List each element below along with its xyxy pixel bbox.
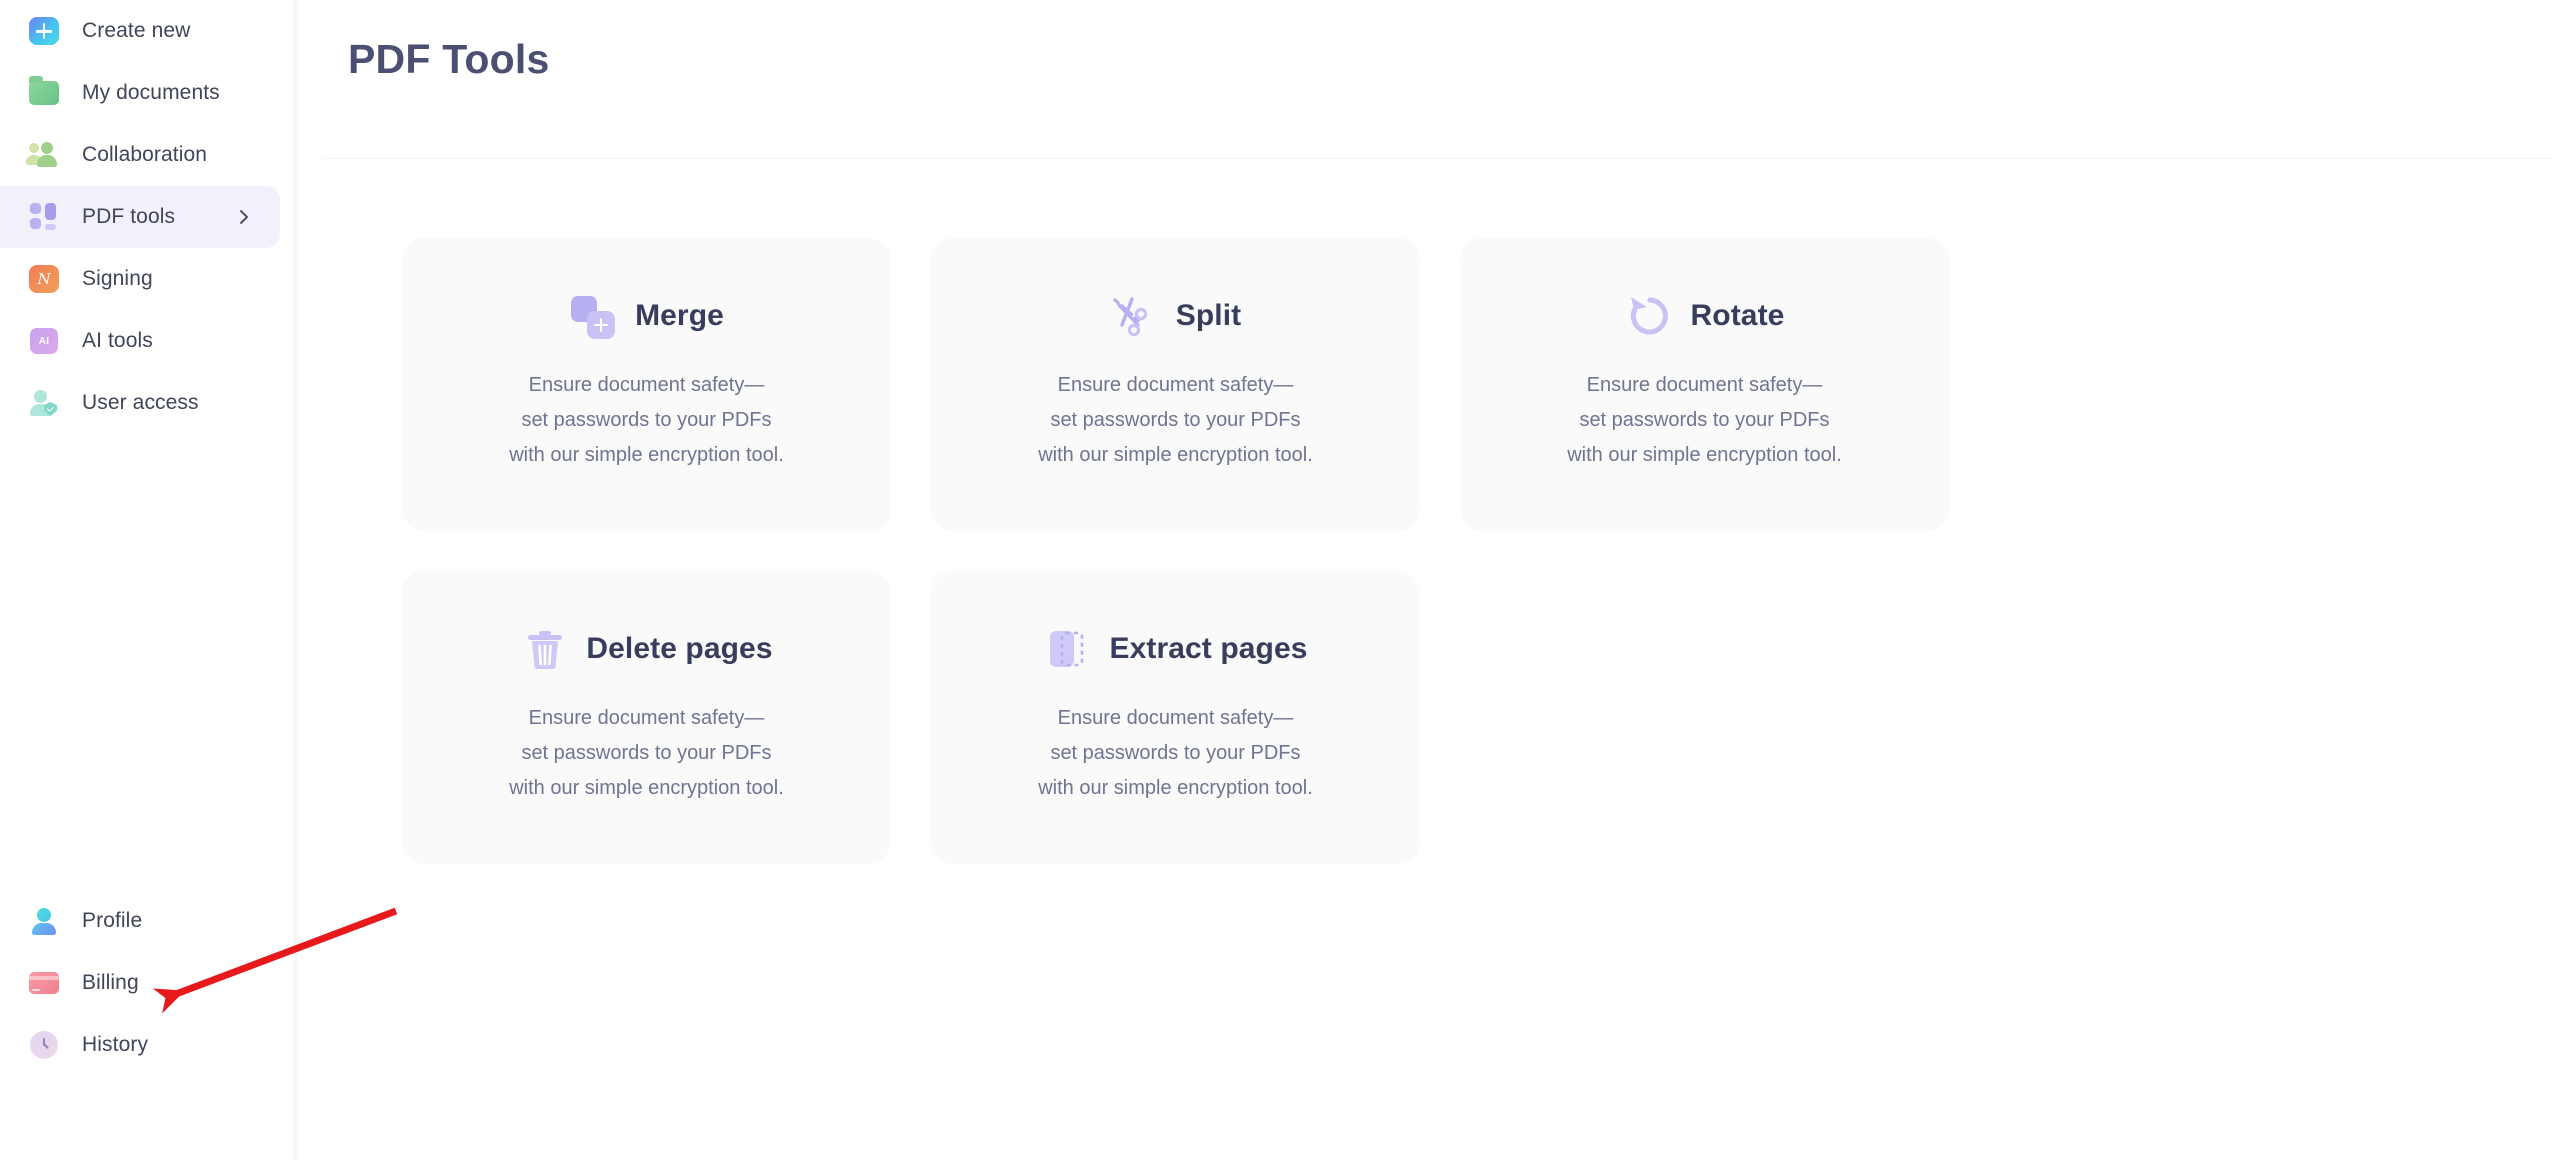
page-title: PDF Tools	[348, 36, 550, 82]
tool-card-extract-pages[interactable]: Extract pages Ensure document safety— se…	[931, 571, 1420, 864]
card-description: Ensure document safety— set passwords to…	[1038, 707, 1313, 799]
tool-card-split[interactable]: Split Ensure document safety— set passwo…	[931, 238, 1420, 531]
signature-icon: N	[28, 263, 60, 295]
card-description: Ensure document safety— set passwords to…	[1567, 374, 1842, 466]
sidebar-item-label: PDF tools	[82, 205, 176, 228]
tool-card-delete-pages[interactable]: Delete pages Ensure document safety— set…	[402, 571, 891, 864]
sidebar-item-label: User access	[82, 391, 199, 414]
sidebar-item-history[interactable]: History	[0, 1014, 298, 1076]
card-description: Ensure document safety— set passwords to…	[1038, 374, 1313, 466]
sidebar-item-label: Billing	[82, 971, 139, 994]
card-header: Split	[1110, 290, 1242, 342]
tool-card-merge[interactable]: Merge Ensure document safety— set passwo…	[402, 238, 891, 531]
card-header: Delete pages	[520, 623, 773, 675]
card-title: Delete pages	[586, 632, 773, 665]
scissors-icon	[1110, 291, 1160, 341]
sidebar-item-label: Profile	[82, 909, 143, 932]
sidebar-item-user-access[interactable]: User access	[0, 372, 298, 434]
credit-card-icon	[28, 967, 60, 999]
user-avatar-icon	[28, 905, 60, 937]
card-description: Ensure document safety— set passwords to…	[509, 374, 784, 466]
sidebar-item-label: Collaboration	[82, 143, 208, 166]
rotate-ccw-icon	[1625, 291, 1675, 341]
sidebar-secondary-nav: Profile Billing History	[0, 890, 298, 1076]
merge-squares-icon	[569, 291, 619, 341]
card-title: Extract pages	[1109, 632, 1308, 665]
sidebar-item-billing[interactable]: Billing	[0, 952, 298, 1014]
folder-icon	[28, 76, 60, 109]
sidebar-item-create-new[interactable]: Create new	[0, 0, 298, 62]
sidebar-item-signing[interactable]: N Signing	[0, 248, 298, 310]
sidebar-item-pdf-tools[interactable]: PDF tools	[0, 186, 280, 248]
card-header: Merge	[569, 290, 724, 342]
sidebar-item-label: History	[82, 1033, 149, 1056]
card-header: Extract pages	[1043, 623, 1307, 675]
main-content: PDF Tools Merge Ensure document safety— …	[298, 0, 2560, 1160]
tool-card-grid: Merge Ensure document safety— set passwo…	[402, 238, 2462, 864]
card-description: Ensure document safety— set passwords to…	[509, 707, 784, 799]
chevron-right-icon	[236, 209, 252, 225]
sidebar-item-label: My documents	[82, 81, 220, 104]
plus-square-icon	[28, 15, 60, 47]
extract-page-icon	[1043, 624, 1093, 674]
tool-card-rotate[interactable]: Rotate Ensure document safety— set passw…	[1460, 238, 1949, 531]
sidebar-item-label: AI tools	[82, 329, 153, 352]
sidebar-item-label: Create new	[82, 19, 191, 42]
sidebar-item-profile[interactable]: Profile	[0, 890, 298, 952]
header-divider	[322, 158, 2554, 159]
card-title: Rotate	[1690, 299, 1785, 332]
ai-chip-icon: AI	[28, 325, 60, 357]
sidebar-item-label: Signing	[82, 267, 153, 290]
card-title: Split	[1175, 299, 1242, 332]
app-root: Create new My documents Collaboration PD…	[0, 0, 2560, 1160]
clock-icon	[28, 1029, 60, 1061]
grid-blocks-icon	[28, 201, 60, 233]
user-shield-icon	[28, 387, 60, 419]
sidebar: Create new My documents Collaboration PD…	[0, 0, 298, 1160]
sidebar-item-my-documents[interactable]: My documents	[0, 62, 298, 124]
sidebar-primary-nav: Create new My documents Collaboration PD…	[0, 0, 298, 434]
sidebar-item-collaboration[interactable]: Collaboration	[0, 124, 298, 186]
card-header: Rotate	[1625, 290, 1785, 342]
card-title: Merge	[635, 299, 724, 332]
people-icon	[26, 139, 60, 171]
trash-icon	[520, 624, 570, 674]
sidebar-item-ai-tools[interactable]: AI AI tools	[0, 310, 298, 372]
